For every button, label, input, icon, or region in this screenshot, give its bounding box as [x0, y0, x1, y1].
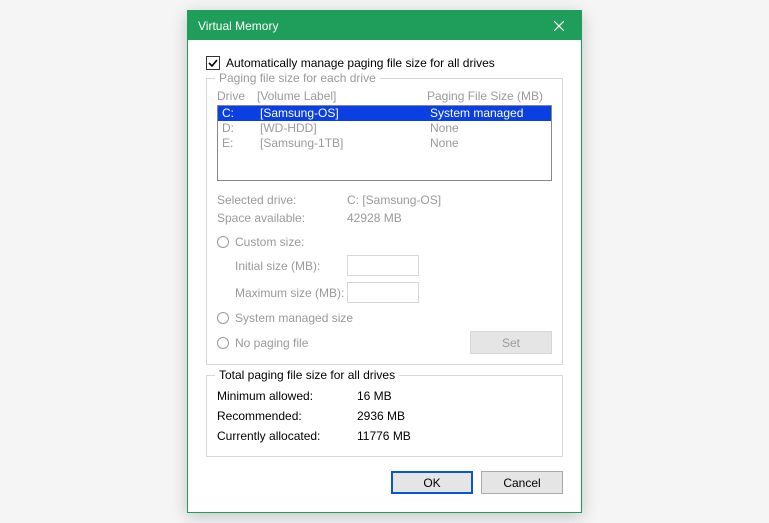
no-paging-label: No paging file — [235, 336, 308, 350]
drive-size: System managed — [428, 106, 551, 121]
initial-size-row: Initial size (MB): — [217, 255, 552, 276]
space-available-label: Space available: — [217, 209, 347, 227]
radio-circle — [217, 312, 229, 324]
virtual-memory-dialog: Virtual Memory Automatically manage pagi… — [187, 10, 582, 513]
drive-fieldset-legend: Paging file size for each drive — [215, 71, 380, 85]
dialog-content: Automatically manage paging file size fo… — [188, 40, 581, 512]
system-managed-radio[interactable]: System managed size — [217, 311, 552, 325]
min-allowed-value: 16 MB — [357, 386, 552, 406]
space-available-value: 42928 MB — [347, 209, 552, 227]
drive-volume: [Samsung-1TB] — [258, 136, 428, 151]
drive-row[interactable]: D: [WD-HDD] None — [218, 121, 551, 136]
custom-size-label: Custom size: — [235, 235, 304, 249]
max-size-label: Maximum size (MB): — [217, 286, 347, 300]
radio-circle — [217, 337, 229, 349]
total-fieldset: Total paging file size for all drives Mi… — [206, 375, 563, 457]
max-size-row: Maximum size (MB): — [217, 282, 552, 303]
cancel-button[interactable]: Cancel — [481, 471, 563, 494]
auto-manage-checkbox[interactable]: Automatically manage paging file size fo… — [206, 56, 563, 70]
header-volume: [Volume Label] — [257, 89, 427, 103]
drive-letter: D: — [218, 121, 258, 136]
recommended-value: 2936 MB — [357, 406, 552, 426]
max-size-input[interactable] — [347, 282, 419, 303]
drive-row[interactable]: C: [Samsung-OS] System managed — [218, 106, 551, 121]
close-icon — [554, 21, 564, 31]
header-size: Paging File Size (MB) — [427, 89, 552, 103]
drive-list[interactable]: C: [Samsung-OS] System managed D: [WD-HD… — [217, 105, 552, 181]
initial-size-input[interactable] — [347, 255, 419, 276]
dialog-title: Virtual Memory — [198, 19, 537, 33]
system-managed-label: System managed size — [235, 311, 353, 325]
selected-drive-label: Selected drive: — [217, 191, 347, 209]
drive-volume: [Samsung-OS] — [258, 106, 428, 121]
drive-volume: [WD-HDD] — [258, 121, 428, 136]
header-drive: Drive — [217, 89, 257, 103]
button-bar: OK Cancel — [206, 471, 563, 494]
drive-letter: C: — [218, 106, 258, 121]
selected-drive-value: C: [Samsung-OS] — [347, 191, 552, 209]
ok-button[interactable]: OK — [391, 471, 473, 494]
drive-size: None — [428, 121, 551, 136]
checkbox-box — [206, 56, 220, 70]
selected-drive-info: Selected drive: C: [Samsung-OS] Space av… — [217, 191, 552, 227]
currently-allocated-value: 11776 MB — [357, 426, 552, 446]
no-paging-radio[interactable]: No paging file — [217, 336, 308, 350]
min-allowed-label: Minimum allowed: — [217, 386, 357, 406]
drive-letter: E: — [218, 136, 258, 151]
titlebar: Virtual Memory — [188, 11, 581, 40]
recommended-label: Recommended: — [217, 406, 357, 426]
radio-circle — [217, 236, 229, 248]
drive-size: None — [428, 136, 551, 151]
checkmark-icon — [208, 58, 218, 68]
close-button[interactable] — [537, 11, 581, 40]
initial-size-label: Initial size (MB): — [217, 259, 347, 273]
total-fieldset-legend: Total paging file size for all drives — [215, 368, 399, 382]
set-button[interactable]: Set — [470, 331, 552, 354]
currently-allocated-label: Currently allocated: — [217, 426, 357, 446]
custom-size-radio[interactable]: Custom size: — [217, 235, 552, 249]
drive-list-header: Drive [Volume Label] Paging File Size (M… — [217, 89, 552, 103]
drive-fieldset: Paging file size for each drive Drive [V… — [206, 78, 563, 365]
drive-row[interactable]: E: [Samsung-1TB] None — [218, 136, 551, 151]
auto-manage-label: Automatically manage paging file size fo… — [226, 56, 495, 70]
